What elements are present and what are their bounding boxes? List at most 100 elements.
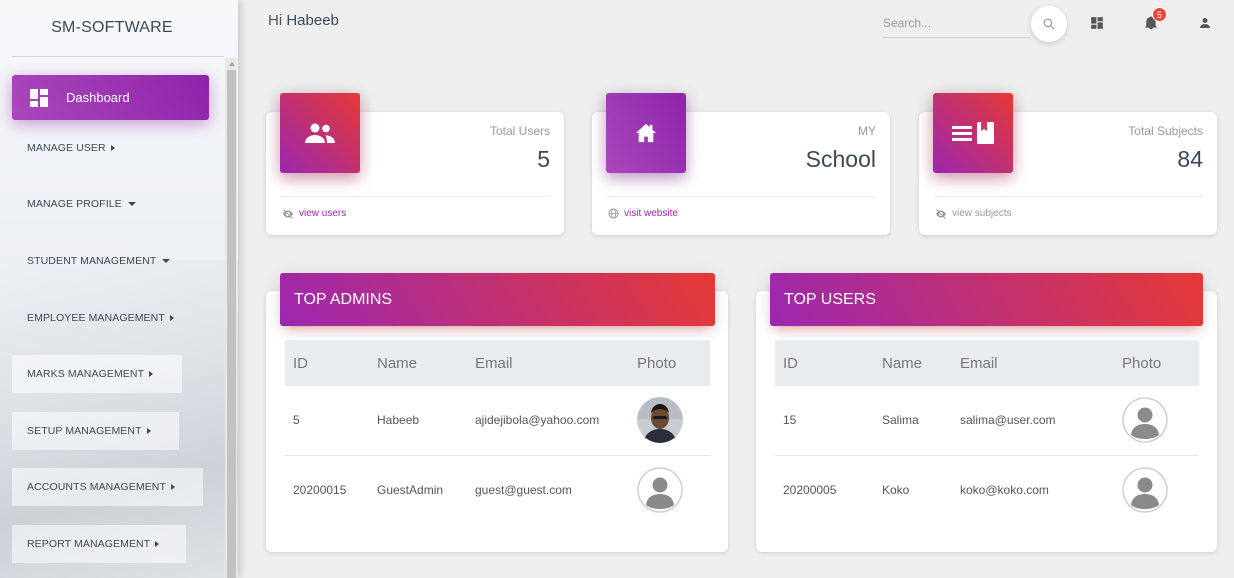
- user-photo[interactable]: [637, 397, 683, 444]
- caret-right-icon: [155, 541, 160, 547]
- default-avatar-icon[interactable]: [1122, 467, 1168, 513]
- cell-name: Salima: [874, 386, 952, 456]
- notification-badge: 5: [1152, 7, 1167, 22]
- column-header-email: Email: [960, 354, 998, 372]
- table-header-row: ID Name Email Photo: [285, 340, 710, 386]
- stat-card-my-school: MY School visit website: [592, 93, 890, 235]
- stat-icon-box: [280, 93, 360, 173]
- cell-name: Koko: [882, 482, 910, 497]
- sidebar-item-label: REPORT MANAGEMENT: [27, 538, 151, 550]
- scrollbar-thumb[interactable]: [227, 70, 236, 578]
- top-users-header: TOP USERS: [770, 273, 1203, 326]
- stat-icon-box: [933, 93, 1013, 173]
- sidebar-item-report-management[interactable]: REPORT MANAGEMENT: [12, 525, 186, 563]
- view-users-link[interactable]: view users: [282, 208, 346, 219]
- dashboard-icon[interactable]: [1090, 16, 1104, 30]
- caret-right-icon: [146, 428, 151, 434]
- greeting-text: Hi: [268, 12, 283, 29]
- stat-card-total-users: Total Users 5 view users: [266, 93, 564, 235]
- column-header-id: ID: [783, 354, 798, 372]
- top-users-card: TOP USERS ID Name Email Photo 15 Salima …: [756, 273, 1217, 552]
- sidebar-item-student-management[interactable]: STUDENT MANAGEMENT: [12, 242, 192, 280]
- sidebar-item-label: EMPLOYEE MANAGEMENT: [27, 312, 165, 324]
- stat-icon-box: [606, 93, 686, 173]
- scroll-up-icon[interactable]: [229, 62, 235, 66]
- link-label: view users: [299, 208, 347, 219]
- search-icon: [1043, 18, 1055, 30]
- stat-value: 84: [1177, 146, 1203, 172]
- sidebar-item-dashboard[interactable]: Dashboard: [12, 75, 209, 120]
- eye-off-icon: [936, 208, 946, 219]
- cell-id: 20200005: [783, 482, 837, 497]
- sidebar-item-manage-profile[interactable]: MANAGE PROFILE: [12, 185, 182, 223]
- cell-email: guest@guest.com: [475, 482, 572, 497]
- view-subjects-link[interactable]: view subjects: [935, 208, 1011, 219]
- divider: [606, 196, 876, 197]
- dashboard-icon: [30, 88, 48, 107]
- visit-website-link[interactable]: visit website: [608, 208, 678, 219]
- stat-value: School: [805, 146, 876, 172]
- divider: [280, 196, 550, 197]
- cell-name: Habeeb: [369, 386, 467, 456]
- home-icon: [635, 123, 657, 143]
- brand-logo[interactable]: SM-SOFTWARE: [0, 0, 224, 56]
- stat-label: Total Subjects: [1128, 124, 1203, 138]
- stat-card-total-subjects: Total Subjects 84 view subjects: [919, 93, 1217, 235]
- cell-id: 20200015: [293, 482, 347, 497]
- cell-email: ajidejibola@yahoo.com: [467, 386, 629, 456]
- globe-icon: [608, 208, 619, 219]
- cell-id: 5: [285, 386, 369, 456]
- caret-right-icon: [171, 484, 175, 490]
- sidebar-item-label: MANAGE USER: [27, 142, 106, 154]
- top-users-table: ID Name Email Photo 15 Salima salima@use…: [775, 340, 1199, 524]
- subjects-icon: [952, 122, 994, 144]
- column-header-photo: Photo: [637, 354, 677, 372]
- user-name: Habeeb: [286, 12, 339, 29]
- column-header-name: Name: [882, 354, 923, 372]
- column-header-name: Name: [377, 354, 418, 372]
- stat-label: Total Users: [489, 124, 550, 138]
- cell-photo: [629, 455, 710, 524]
- greeting: Hi Habeeb: [268, 12, 339, 29]
- cell-id: 15: [775, 386, 874, 456]
- table-row[interactable]: 20200005 Koko koko@koko.com: [775, 455, 1199, 524]
- link-label: visit website: [624, 208, 678, 219]
- sidebar-item-accounts-management[interactable]: ACCOUNTS MANAGEMENT: [12, 468, 203, 506]
- cell-photo: [629, 386, 710, 456]
- top-admins-header: TOP ADMINS: [280, 273, 715, 326]
- table-row[interactable]: 20200015 GuestAdmin guest@guest.com: [285, 455, 710, 524]
- column-header-photo: Photo: [1122, 354, 1162, 372]
- sidebar-item-label: MANAGE PROFILE: [27, 198, 122, 210]
- search-button[interactable]: [1031, 6, 1067, 42]
- sidebar-item-label: MARKS MANAGEMENT: [27, 368, 145, 380]
- caret-down-icon: [127, 202, 136, 206]
- sidebar-item-label: STUDENT MANAGEMENT: [27, 255, 157, 267]
- sidebar-item-manage-user[interactable]: MANAGE USER: [12, 129, 172, 167]
- table-row[interactable]: 5 Habeeb ajidejibola@yahoo.com: [285, 386, 710, 456]
- cell-email: salima@user.com: [952, 386, 1114, 456]
- caret-right-icon: [149, 371, 154, 377]
- caret-right-icon: [169, 315, 174, 321]
- brand-divider: [12, 56, 224, 57]
- sidebar-item-label: Dashboard: [66, 90, 130, 105]
- top-admins-table: ID Name Email Photo 5 Habeeb ajidejibola…: [285, 340, 710, 524]
- sidebar-item-setup-management[interactable]: SETUP MANAGEMENT: [12, 412, 179, 450]
- sidebar-item-label: SETUP MANAGEMENT: [27, 425, 142, 437]
- caret-right-icon: [110, 145, 115, 151]
- sidebar-item-employee-management[interactable]: EMPLOYEE MANAGEMENT: [12, 299, 198, 337]
- table-row[interactable]: 15 Salima salima@user.com: [775, 386, 1199, 456]
- cell-photo: [1114, 455, 1199, 524]
- sidebar: SM-SOFTWARE Dashboard MANAGE USER MANAGE…: [0, 0, 238, 578]
- top-admins-card: TOP ADMINS ID Name Email Photo 5 Habeeb …: [266, 273, 728, 552]
- sidebar-item-label: ACCOUNTS MANAGEMENT: [27, 481, 166, 493]
- sidebar-item-marks-management[interactable]: MARKS MANAGEMENT: [12, 355, 182, 393]
- default-avatar-icon[interactable]: [1122, 397, 1168, 443]
- column-header-email: Email: [475, 354, 513, 372]
- search-input[interactable]: [883, 8, 1031, 38]
- link-label: view subjects: [952, 208, 1012, 219]
- default-avatar-icon[interactable]: [637, 467, 683, 513]
- group-icon: [305, 123, 335, 143]
- cell-email: koko@koko.com: [960, 482, 1049, 497]
- person-icon[interactable]: [1198, 15, 1212, 31]
- table-header-row: ID Name Email Photo: [775, 340, 1199, 386]
